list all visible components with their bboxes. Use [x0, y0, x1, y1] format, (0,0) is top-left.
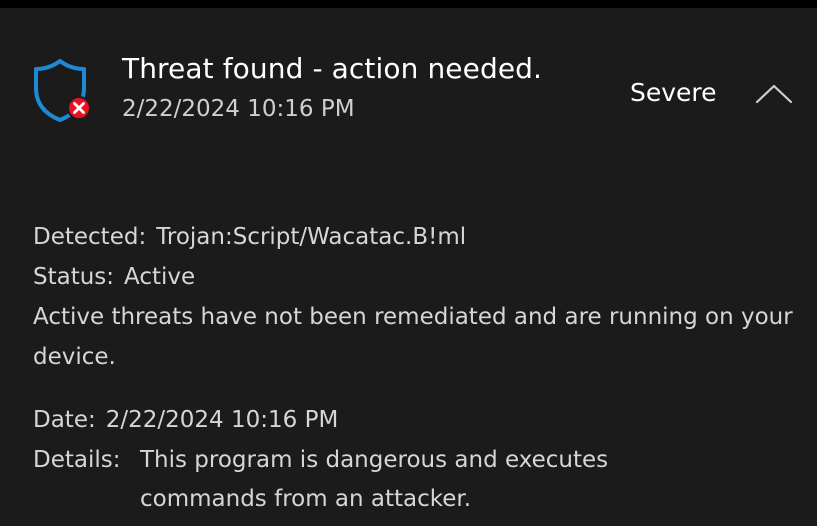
date-label: Date: — [33, 407, 96, 433]
status-row: Status: Active — [33, 258, 195, 297]
status-label: Status: — [33, 264, 115, 290]
chevron-up-icon[interactable] — [753, 78, 795, 112]
detected-row: Detected: Trojan:Script/Wacatac.B!ml — [33, 218, 466, 257]
threat-description: Active threats have not been remediated … — [33, 304, 793, 370]
details-label: Details: — [33, 447, 121, 473]
details-value: This program is dangerous and executes c… — [140, 447, 609, 512]
notification-title: Threat found - action needed. — [122, 52, 543, 85]
notification-timestamp: 2/22/2024 10:16 PM — [122, 96, 355, 122]
detected-value: Trojan:Script/Wacatac.B!ml — [156, 224, 467, 250]
severity-label: Severe — [630, 78, 717, 107]
detected-label: Detected: — [33, 224, 147, 250]
threat-notification-panel: Threat found - action needed. 2/22/2024 … — [0, 8, 817, 526]
date-value: 2/22/2024 10:16 PM — [105, 407, 339, 433]
details-row: Details: This program is dangerous and e… — [33, 441, 700, 519]
status-value: Active — [124, 264, 196, 290]
date-row: Date: 2/22/2024 10:16 PM — [33, 401, 338, 440]
shield-error-icon — [34, 59, 91, 122]
